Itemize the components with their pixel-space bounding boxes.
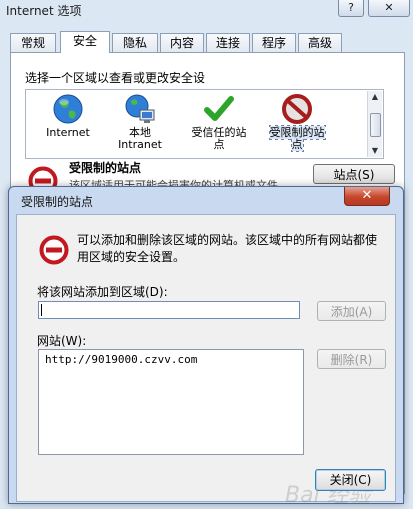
sites-button[interactable]: 站点(S)	[313, 164, 395, 184]
tab-programs[interactable]: 程序	[252, 33, 296, 52]
add-site-label: 将该网站添加到区域(D):	[37, 285, 168, 299]
zone-restricted-sites[interactable]: 受限制的站 点	[264, 93, 330, 152]
window-close-button[interactable]: ✕	[368, 0, 410, 17]
zone-list[interactable]: Internet 本地 Intranet 受信任的站 点 受限制的站 点 ▲ ▼	[25, 89, 384, 159]
remove-button[interactable]: 删除(R)	[317, 349, 386, 369]
zone-label: 受信任的站 点	[192, 126, 247, 151]
tab-general[interactable]: 常规	[10, 33, 56, 52]
scroll-thumb[interactable]	[370, 113, 381, 137]
tab-advanced[interactable]: 高级	[298, 33, 342, 52]
help-button[interactable]: ?	[338, 0, 364, 17]
zone-list-scrollbar[interactable]: ▲ ▼	[367, 91, 382, 157]
checkmark-icon	[204, 96, 234, 121]
websites-label: 网站(W):	[37, 334, 87, 348]
tab-privacy[interactable]: 隐私	[112, 33, 158, 52]
network-globe-icon	[125, 94, 155, 123]
close-button[interactable]: 关闭(C)	[315, 469, 386, 491]
zone-trusted-sites[interactable]: 受信任的站 点	[186, 93, 252, 151]
zone-heading: 受限制的站点	[69, 161, 142, 175]
window-title: Internet 选项	[6, 4, 82, 18]
zone-label-text: 受限制的站 点	[269, 126, 325, 151]
no-entry-icon	[282, 94, 312, 124]
dialog-info-text: 可以添加和删除该区域的网站。该区域中的所有网站都使用区域的安全设置。	[77, 233, 378, 264]
scroll-up-icon[interactable]: ▲	[368, 91, 382, 103]
no-entry-icon	[39, 235, 69, 265]
restricted-icon	[39, 235, 69, 268]
zone-label-text: 本地 Intranet	[118, 126, 162, 151]
add-site-input[interactable]	[38, 301, 300, 319]
tab-connections[interactable]: 连接	[206, 33, 250, 52]
zone-label: 受限制的站 点	[268, 125, 326, 152]
zone-label-text: 受信任的站 点	[191, 126, 247, 151]
zone-local-intranet[interactable]: 本地 Intranet	[112, 93, 168, 151]
zone-internet[interactable]: Internet	[40, 93, 96, 139]
restricted-sites-dialog: 受限制的站点 ✕ 可以添加和删除该区域的网站。该区域中的所有网站都使用区域的安全…	[8, 186, 404, 508]
zone-prompt: 选择一个区域以查看或更改安全设	[25, 71, 206, 85]
scroll-down-icon[interactable]: ▼	[368, 145, 382, 157]
dialog-close-button[interactable]: ✕	[344, 187, 390, 206]
tab-security[interactable]: 安全	[60, 31, 110, 53]
zone-label: Internet	[46, 126, 90, 139]
tab-bar: 常规 安全 隐私 内容 连接 程序 高级	[10, 31, 410, 53]
dialog-title: 受限制的站点	[21, 195, 94, 209]
websites-list[interactable]: http://9019000.czvv.com	[38, 349, 304, 455]
dialog-body: 可以添加和删除该区域的网站。该区域中的所有网站都使用区域的安全设置。 将该网站添…	[16, 214, 396, 508]
zone-label: 本地 Intranet	[118, 126, 162, 151]
list-item[interactable]: http://9019000.czvv.com	[45, 353, 197, 366]
add-button[interactable]: 添加(A)	[317, 301, 386, 321]
text-caret	[41, 304, 42, 316]
globe-icon	[53, 94, 83, 124]
tab-content[interactable]: 内容	[160, 33, 204, 52]
